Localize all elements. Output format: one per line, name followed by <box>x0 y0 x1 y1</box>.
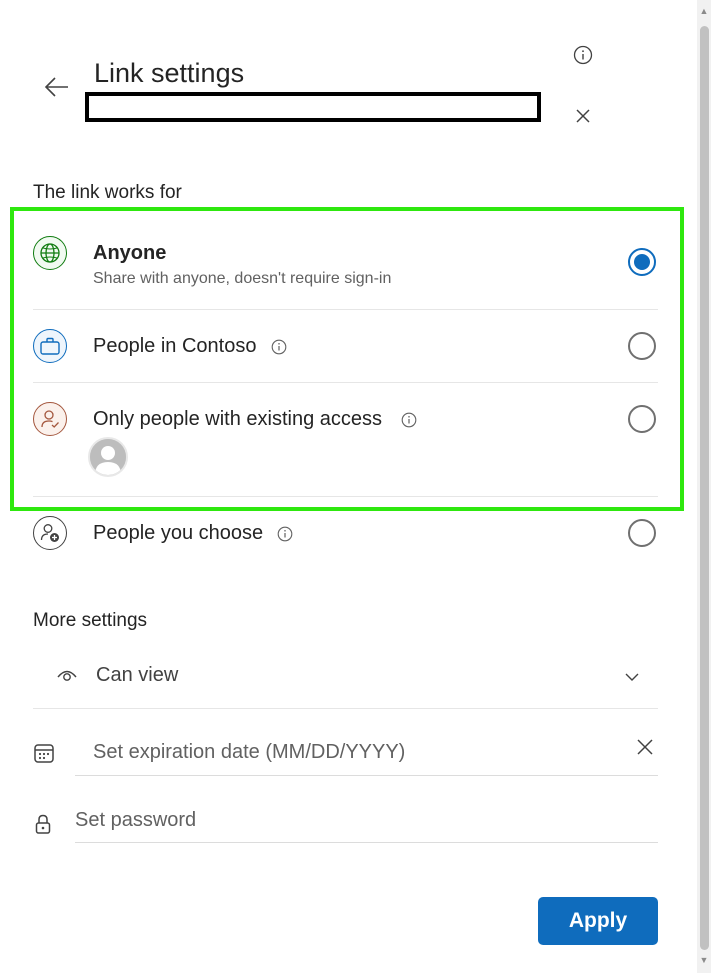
globe-icon <box>33 236 67 270</box>
more-settings-title: More settings <box>33 610 148 631</box>
info-icon[interactable] <box>270 338 288 356</box>
scroll-up-arrow-icon[interactable]: ▲ <box>699 6 709 16</box>
scroll-down-arrow-icon[interactable]: ▼ <box>699 955 709 965</box>
scrollbar[interactable]: ▲ ▼ <box>697 0 711 973</box>
close-icon[interactable] <box>572 105 594 127</box>
eye-icon <box>55 664 79 686</box>
password-underline <box>75 842 658 843</box>
person-add-icon <box>33 516 67 550</box>
radio-anyone[interactable] <box>628 248 656 276</box>
back-arrow-icon[interactable] <box>42 72 72 102</box>
expiration-underline <box>75 775 658 776</box>
page-title: Link settings <box>94 58 245 88</box>
permission-value: Can view <box>96 664 179 686</box>
divider <box>33 496 658 497</box>
info-icon[interactable] <box>400 411 418 429</box>
divider <box>33 708 658 709</box>
option-anyone-subtitle: Share with anyone, doesn't require sign-… <box>93 270 392 287</box>
link-works-for-title: The link works for <box>33 182 182 203</box>
briefcase-icon <box>33 329 67 363</box>
option-existing-access-label: Only people with existing access <box>93 408 383 430</box>
password-input[interactable]: Set password <box>75 809 196 832</box>
info-icon[interactable] <box>572 44 594 66</box>
apply-button[interactable]: Apply <box>538 897 658 945</box>
scrollbar-thumb[interactable] <box>700 26 709 950</box>
info-icon[interactable] <box>276 525 294 543</box>
redacted-filename <box>85 92 541 122</box>
radio-people-in-contoso[interactable] <box>628 332 656 360</box>
person-check-icon <box>33 402 67 436</box>
lock-icon <box>32 811 54 837</box>
link-settings-panel: Link settings The link works for Anyone … <box>0 0 697 973</box>
expiration-date-input[interactable]: Set expiration date (MM/DD/YYYY) <box>93 741 405 764</box>
calendar-icon <box>32 741 56 765</box>
radio-people-you-choose[interactable] <box>628 519 656 547</box>
chevron-down-icon[interactable] <box>622 668 642 686</box>
radio-existing-access[interactable] <box>628 405 656 433</box>
avatar <box>88 437 128 477</box>
option-people-in-contoso-label: People in Contoso <box>93 335 257 357</box>
option-people-you-choose-label: People you choose <box>93 522 264 544</box>
clear-expiration-icon[interactable] <box>634 736 656 758</box>
option-anyone[interactable] <box>10 227 684 307</box>
option-anyone-label: Anyone <box>93 242 167 264</box>
